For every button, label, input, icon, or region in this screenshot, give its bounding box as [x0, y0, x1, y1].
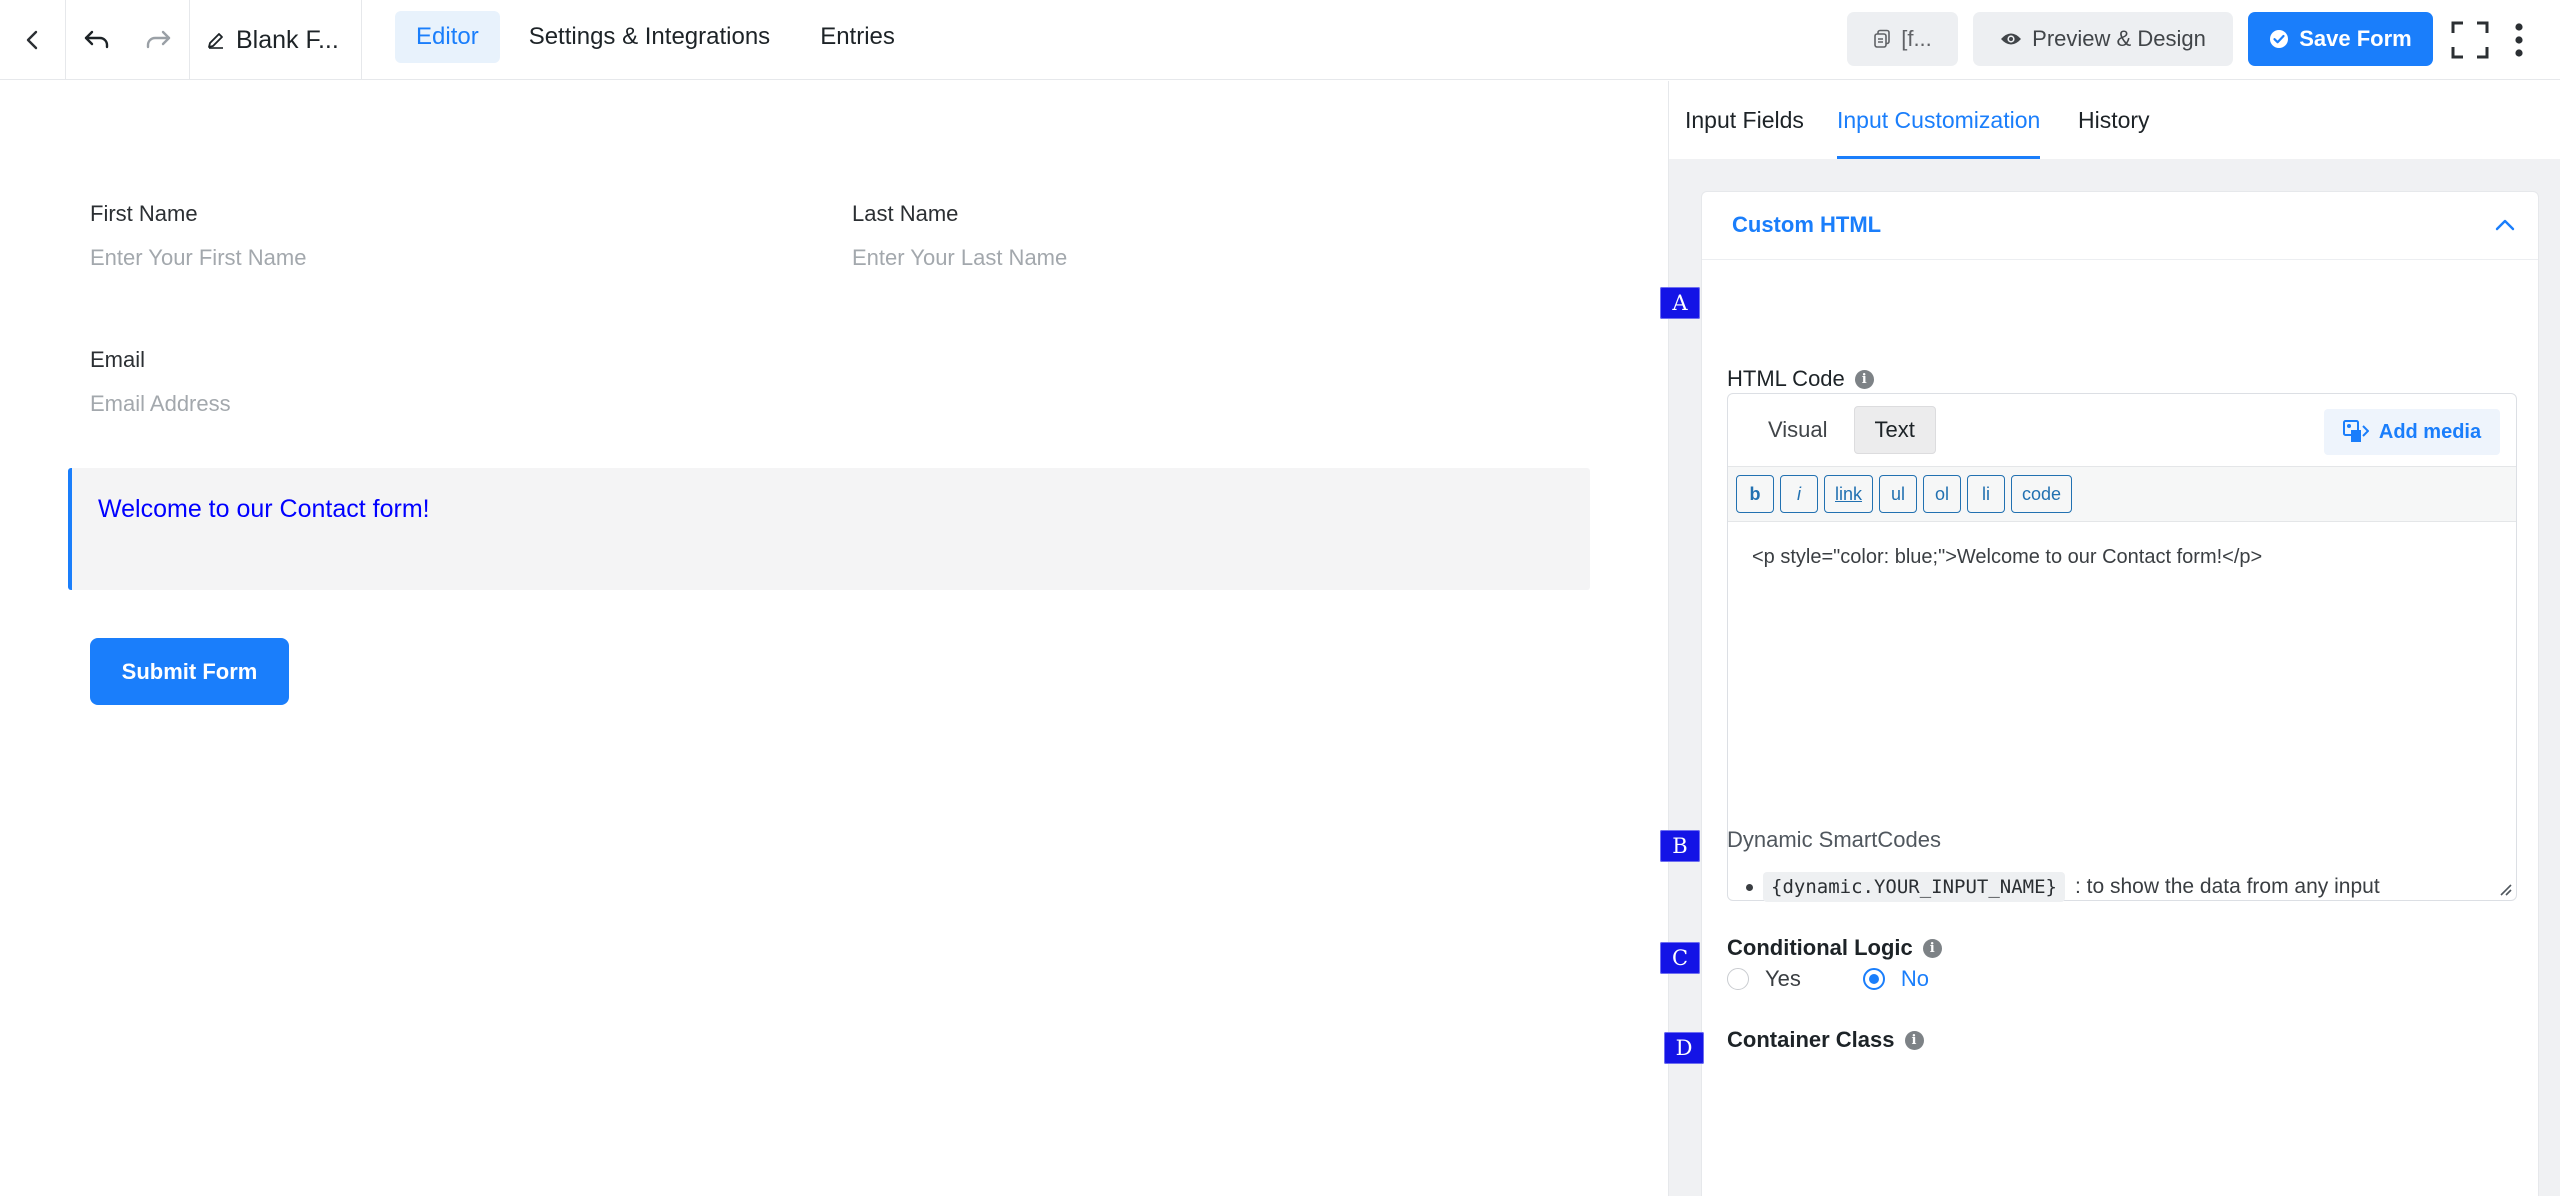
html-editor: Visual Text Add media b i link ul ol li … — [1727, 393, 2517, 901]
quicktag-li-button[interactable]: li — [1967, 475, 2006, 513]
radio-yes-label[interactable]: Yes — [1765, 966, 1801, 992]
conditional-logic-label-row: Conditional Logic i — [1727, 935, 1942, 961]
copy-icon — [1874, 29, 1891, 48]
quicktag-ol-button[interactable]: ol — [1923, 475, 1962, 513]
pencil-icon — [208, 33, 223, 49]
fullscreen-button[interactable] — [2448, 18, 2492, 62]
add-media-button[interactable]: Add media — [2324, 409, 2500, 455]
smartcode-description: : to show the data from any input — [2074, 875, 2380, 898]
custom-html-card: Custom HTML HTML Code i Visual Text Add … — [1701, 191, 2539, 1196]
html-code-label-row: HTML Code i — [1727, 366, 1874, 392]
media-icon — [2342, 420, 2369, 442]
editor-mode-tabs: Visual Text — [1748, 406, 1936, 454]
custom-html-header[interactable]: Custom HTML — [1702, 192, 2538, 260]
settings-panel: Input Fields Input Customization History… — [1668, 81, 2560, 1196]
first-name-input[interactable]: Enter Your First Name — [90, 245, 306, 271]
tab-settings-integrations[interactable]: Settings & Integrations — [508, 11, 791, 63]
section-title: Custom HTML — [1732, 212, 1882, 237]
quicktag-italic-button[interactable]: i — [1780, 475, 1818, 513]
bullet — [1746, 883, 1753, 891]
quicktag-bold-button[interactable]: b — [1736, 475, 1774, 513]
add-media-label: Add media — [2378, 420, 2482, 443]
more-vertical-icon — [2515, 23, 2523, 57]
chevron-up-icon — [2495, 219, 2515, 231]
container-class-label: Container Class — [1727, 1027, 1895, 1052]
preview-design-label: Preview & Design — [2032, 26, 2206, 51]
main-tabs: Editor Settings & Integrations Entries — [395, 11, 916, 63]
redo-button[interactable] — [128, 28, 190, 52]
tab-history[interactable]: History — [2078, 81, 2150, 159]
shortcode-button[interactable]: [f... — [1847, 12, 1958, 66]
check-circle-icon — [2270, 30, 2289, 48]
undo-icon — [84, 30, 108, 49]
radio-no[interactable] — [1862, 968, 1885, 990]
eye-icon — [2001, 33, 2022, 45]
radio-yes[interactable] — [1727, 968, 1749, 990]
marker-d: D — [1664, 1032, 1704, 1064]
form-name: Blank F... — [236, 25, 339, 54]
first-name-label: First Name — [90, 201, 198, 226]
quicktag-code-button[interactable]: code — [2011, 475, 2073, 513]
tab-input-customization[interactable]: Input Customization — [1837, 81, 2041, 159]
submit-form-button[interactable]: Submit Form — [90, 638, 289, 705]
email-label: Email — [90, 347, 146, 372]
marker-b: B — [1660, 830, 1700, 862]
email-input[interactable]: Email Address — [90, 391, 231, 417]
radio-no-label[interactable]: No — [1901, 966, 1929, 992]
last-name-input[interactable]: Enter Your Last Name — [852, 245, 1067, 271]
quicktag-link-button[interactable]: link — [1824, 475, 1874, 513]
info-icon[interactable]: i — [1904, 1030, 1924, 1050]
panel-tabs: Input Fields Input Customization History — [1669, 81, 2560, 159]
smartcode-code[interactable]: {dynamic.YOUR_INPUT_NAME} — [1763, 872, 2065, 902]
undo-button[interactable] — [66, 28, 128, 52]
smartcodes-label: Dynamic SmartCodes — [1727, 827, 1941, 852]
marker-c: C — [1660, 942, 1700, 974]
conditional-logic-label: Conditional Logic — [1727, 935, 1913, 960]
tab-editor[interactable]: Editor — [395, 11, 500, 63]
form-name-button[interactable]: Blank F... — [190, 0, 362, 80]
back-button[interactable] — [0, 0, 66, 80]
tab-entries[interactable]: Entries — [799, 11, 916, 63]
conditional-logic-radios: Yes No — [1727, 966, 1929, 992]
tab-text[interactable]: Text — [1853, 406, 1936, 454]
last-name-label: Last Name — [852, 201, 959, 226]
save-form-label: Save Form — [2299, 26, 2412, 51]
quicktags-toolbar: b i link ul ol li code — [1728, 466, 2516, 522]
marker-a: A — [1660, 287, 1700, 319]
html-code-label: HTML Code — [1727, 366, 1845, 391]
custom-html-text: Welcome to our Contact form! — [98, 495, 430, 523]
shortcode-label: [f... — [1901, 26, 1932, 51]
custom-html-block[interactable]: Welcome to our Contact form! — [68, 468, 1590, 590]
quicktag-ul-button[interactable]: ul — [1879, 475, 1918, 513]
tab-input-fields[interactable]: Input Fields — [1685, 81, 1804, 159]
chevron-left-icon — [26, 30, 37, 50]
resize-handle-icon[interactable] — [2497, 881, 2513, 897]
preview-design-button[interactable]: Preview & Design — [1973, 12, 2233, 66]
form-canvas: First Name Enter Your First Name Last Na… — [0, 81, 1668, 1196]
container-class-label-row: Container Class i — [1727, 1027, 1924, 1053]
history-controls — [66, 0, 190, 80]
top-toolbar: Blank F... Editor Settings & Integration… — [0, 0, 2560, 80]
smartcode-item: {dynamic.YOUR_INPUT_NAME} : to show the … — [1746, 872, 2380, 902]
info-icon[interactable]: i — [1854, 369, 1874, 389]
more-options-button[interactable] — [2504, 16, 2534, 64]
fullscreen-icon — [2451, 21, 2489, 59]
save-form-button[interactable]: Save Form — [2248, 12, 2433, 66]
info-icon[interactable]: i — [1922, 938, 1942, 958]
html-code-textarea[interactable]: <p style="color: blue;">Welcome to our C… — [1752, 546, 2262, 569]
redo-icon — [147, 30, 171, 49]
tab-visual[interactable]: Visual — [1748, 406, 1848, 454]
